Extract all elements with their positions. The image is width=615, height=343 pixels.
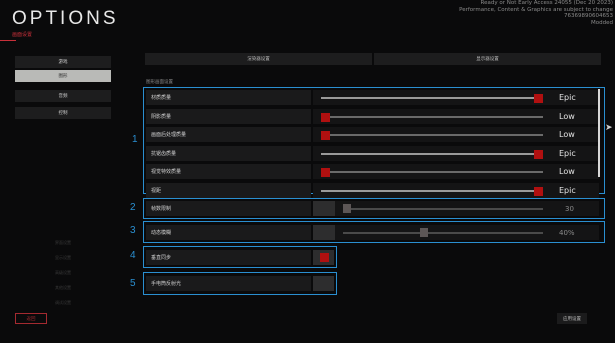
quality-value: Epic <box>559 148 576 158</box>
sidebar-item-graphics[interactable]: 图形 <box>15 70 111 82</box>
quality-value: Low <box>559 130 575 140</box>
title-underline <box>0 40 16 41</box>
motion-blur-row[interactable]: 动态模糊 40% <box>146 225 599 240</box>
sidebar-item-audio[interactable]: 音频 <box>15 90 111 102</box>
motion-blur-divider <box>313 225 335 240</box>
tab-renderer[interactable]: 渲染器设置 <box>145 53 372 65</box>
flashlight-checkbox[interactable] <box>313 276 334 291</box>
quality-value: Low <box>559 167 575 177</box>
vsync-check-mark <box>320 253 329 262</box>
motion-blur-slider-handle[interactable] <box>419 228 428 237</box>
section-label: 图形画面设置 <box>146 80 173 85</box>
quality-row[interactable]: 材质质量 Epic <box>146 90 599 105</box>
quality-slider-track[interactable] <box>321 131 543 141</box>
apply-button[interactable]: 应用设置 <box>557 313 587 324</box>
quality-value: Epic <box>559 186 576 195</box>
fps-limit-divider <box>313 201 335 216</box>
quality-row-control[interactable]: Epic <box>313 90 599 105</box>
quality-slider-track[interactable] <box>321 112 543 122</box>
vsync-row[interactable]: 垂直同步 <box>146 250 334 265</box>
back-button[interactable]: 返回 <box>15 313 47 324</box>
mouse-cursor-icon: ➤ <box>605 123 613 133</box>
quality-slider-handle[interactable] <box>534 94 543 103</box>
tab-display[interactable]: 显示器设置 <box>374 53 601 65</box>
quality-row-label: 阴影质量 <box>146 108 311 124</box>
sidebar-ghost-item: 其他设置 <box>55 285 71 290</box>
quality-slider-handle[interactable] <box>534 149 543 159</box>
page-subtitle: 画面设置 <box>12 32 33 38</box>
quality-slider-handle[interactable] <box>534 187 543 196</box>
quality-value: Low <box>559 111 575 121</box>
marker-number: 1 <box>132 134 138 145</box>
quality-slider-fill <box>321 97 543 99</box>
quality-row-label: 抗锯齿质量 <box>146 145 311 161</box>
page-title: OPTIONS <box>12 8 119 29</box>
fps-limit-label: 帧数限制 <box>146 201 311 216</box>
quality-slider-track[interactable] <box>321 94 543 103</box>
quality-row-control[interactable]: Epic <box>313 183 599 198</box>
fps-limit-value: 30 <box>565 204 574 213</box>
quality-row[interactable]: 视觉特效质量 Low <box>146 164 599 180</box>
quality-slider-handle[interactable] <box>321 112 330 122</box>
marker-number: 2 <box>130 202 136 213</box>
quality-slider-track[interactable] <box>321 149 543 159</box>
fps-limit-row[interactable]: 帧数限制 30 <box>146 201 599 216</box>
quality-row-control[interactable]: Epic <box>313 145 599 161</box>
sidebar-ghost-item: 调试设置 <box>55 300 71 305</box>
version-info: Ready or Not Early Access 24055 (Dec 20 … <box>413 0 613 26</box>
quality-row-control[interactable]: Low <box>313 108 599 124</box>
quality-slider-fill <box>321 152 543 155</box>
quality-row-label: 画面后处理质量 <box>146 127 311 143</box>
flashlight-row[interactable]: 手电筒反射光 <box>146 276 334 291</box>
sidebar-ghost-item: 界面设置 <box>55 240 71 245</box>
quality-slider-track[interactable] <box>321 168 543 178</box>
sidebar-item-controls[interactable]: 控制 <box>15 107 111 119</box>
flashlight-label: 手电筒反射光 <box>146 276 311 291</box>
quality-row[interactable]: 抗锯齿质量 Epic <box>146 145 599 161</box>
marker-number: 3 <box>130 225 136 236</box>
quality-row[interactable]: 阴影质量 Low <box>146 108 599 124</box>
marker-number: 5 <box>130 278 136 289</box>
quality-row-control[interactable]: Low <box>313 127 599 143</box>
quality-row-label: 视距 <box>146 183 311 198</box>
quality-slider-handle[interactable] <box>321 131 330 141</box>
quality-row-label: 视觉特效质量 <box>146 164 311 180</box>
sidebar-ghost-item: 显示设置 <box>55 255 71 260</box>
sidebar-ghost-item: 高级设置 <box>55 270 71 275</box>
vsync-checkbox[interactable] <box>313 250 334 265</box>
scrollbar-thumb[interactable] <box>598 89 600 177</box>
marker-number: 4 <box>130 250 136 261</box>
motion-blur-slider-track[interactable] <box>343 228 543 237</box>
quality-row[interactable]: 画面后处理质量 Low <box>146 127 599 143</box>
fps-limit-slider-handle[interactable] <box>343 204 351 213</box>
quality-row-label: 材质质量 <box>146 90 311 105</box>
motion-blur-label: 动态模糊 <box>146 225 311 240</box>
version-line: Modded <box>591 19 613 26</box>
fps-limit-slider-track[interactable] <box>343 204 543 213</box>
vsync-label: 垂直同步 <box>146 250 311 265</box>
motion-blur-control[interactable]: 40% <box>313 225 599 240</box>
quality-value: Epic <box>559 93 576 102</box>
sidebar-item-game[interactable]: 游戏 <box>15 56 111 68</box>
quality-slider-fill <box>321 190 543 192</box>
quality-slider-track[interactable] <box>321 187 543 196</box>
motion-blur-value: 40% <box>559 228 575 237</box>
quality-row-control[interactable]: Low <box>313 164 599 180</box>
fps-limit-control[interactable]: 30 <box>313 201 599 216</box>
quality-row[interactable]: 视距 Epic <box>146 183 599 198</box>
quality-slider-handle[interactable] <box>321 168 330 178</box>
